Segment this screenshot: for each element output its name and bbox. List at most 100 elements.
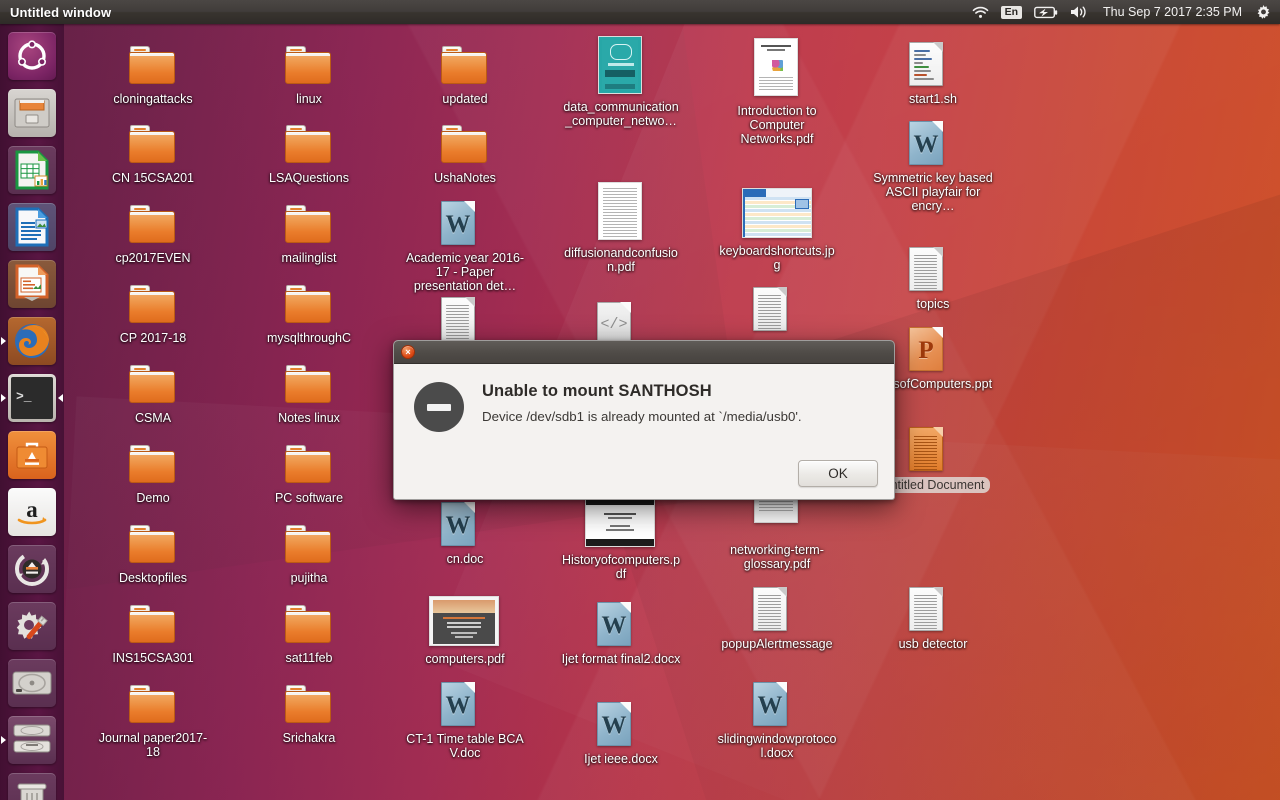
launcher-item-files[interactable] (0, 85, 64, 141)
desktop-icon-slidingwindowprotocol-docx[interactable]: W slidingwindowprotocol.docx (716, 680, 838, 760)
pdf-thumbnail-icon (598, 182, 644, 242)
desktop-icon-label: updated (442, 92, 488, 106)
desktop-icon-sat11feb[interactable]: sat11feb (248, 599, 370, 665)
desktop-icon-lsaquestions[interactable]: LSAQuestions (248, 119, 370, 185)
launcher-item-amazon[interactable]: a (0, 484, 64, 540)
desktop-icon-cn-15csa201[interactable]: CN 15CSA201 (92, 119, 214, 185)
desktop-icon-desktopfiles[interactable]: Desktopfiles (92, 519, 214, 585)
file-manager-icon (8, 89, 56, 137)
desktop-icon-csma[interactable]: CSMA (92, 359, 214, 425)
close-icon[interactable]: × (401, 345, 415, 359)
launcher-item-ubuntu-software[interactable] (0, 427, 64, 483)
desktop-icon-srichakra[interactable]: Srichakra (248, 679, 370, 745)
desktop-icon-pc-software[interactable]: PC software (248, 439, 370, 505)
keyboard-layout-indicator[interactable]: En (995, 0, 1028, 24)
keyboard-layout-label: En (1000, 5, 1023, 19)
presentation-icon (8, 260, 56, 308)
clock-indicator[interactable]: Thu Sep 7 2017 2:35 PM (1095, 5, 1250, 19)
desktop-icon-ushanotes[interactable]: UshaNotes (404, 119, 526, 185)
launcher-item-software-updater[interactable] (0, 541, 64, 597)
folder-icon (129, 519, 177, 567)
desktop-icon-label: UshaNotes (434, 171, 496, 185)
desktop-icon-topics[interactable]: topics (872, 245, 994, 311)
desktop-icon-ijet-format-final2-docx[interactable]: W Ijet format final2.docx (560, 600, 682, 666)
launcher-item-terminal[interactable]: >_ (0, 370, 64, 426)
folder-icon (129, 119, 177, 167)
launcher-item-libreoffice-calc[interactable] (0, 142, 64, 198)
desktop-icon-usb-detector[interactable]: usb detector (872, 585, 994, 651)
desktop-icon-introduction-to-computer-networks-pdf[interactable]: Introduction to Computer Networks.pdf (716, 38, 838, 146)
launcher-item-libreoffice-writer[interactable] (0, 199, 64, 255)
desktop-icon-label: Demo (136, 491, 170, 505)
desktop-icon-data-communication-computer-network[interactable]: data_communication_computer_netwo… (560, 36, 682, 128)
folder-icon (129, 439, 177, 487)
desktop-icon-keyboardshortcuts-jpg[interactable]: keyboardshortcuts.jpg (716, 188, 838, 272)
battery-icon[interactable] (1028, 0, 1064, 24)
launcher-item-dash-home[interactable] (0, 28, 64, 84)
harddisk-icon (8, 659, 56, 707)
desktop-icon-label: CP 2017-18 (119, 331, 187, 345)
dialog-actions: OK (798, 460, 878, 487)
text-document-icon (441, 295, 489, 343)
folder-icon (129, 359, 177, 407)
desktop-icon-notes-linux[interactable]: Notes linux (248, 359, 370, 425)
desktop-icon-label: cp2017EVEN (115, 251, 191, 265)
desktop-icon-symmetric-key-based-ascii-playfair[interactable]: W Symmetric key based ASCII playfair for… (872, 119, 994, 213)
desktop-icon-label: Symmetric key based ASCII playfair for e… (873, 171, 993, 213)
desktop-icon-ins15csa301[interactable]: INS15CSA301 (92, 599, 214, 665)
desktop-icon-pujitha[interactable]: pujitha (248, 519, 370, 585)
desktop-icon-label: pujitha (290, 571, 328, 585)
desktop-icon-mysqlthroughc[interactable]: mysqlthroughC (248, 279, 370, 345)
dialog-titlebar[interactable]: × (394, 341, 894, 364)
folder-icon (441, 119, 489, 167)
folder-icon (285, 40, 333, 88)
desktop-icon-academic-year-paper-presentation[interactable]: W Academic year 2016-17 - Paper presenta… (404, 199, 526, 293)
dialog-message: Device /dev/sdb1 is already mounted at `… (482, 409, 802, 424)
desktop-icon-label: LSAQuestions (269, 171, 349, 185)
desktop-icon-cp-2017-18[interactable]: CP 2017-18 (92, 279, 214, 345)
gear-icon[interactable] (1250, 0, 1280, 24)
desktop-icon-start1-sh[interactable]: start1.sh (872, 40, 994, 106)
desktop-icon-cn-doc[interactable]: W cn.doc (404, 500, 526, 566)
ubuntu-logo-icon (8, 32, 56, 80)
launcher-item-disk-drive[interactable] (0, 655, 64, 711)
word-document-icon: W (441, 680, 489, 728)
launcher-item-libreoffice-impress[interactable] (0, 256, 64, 312)
desktop-icon-popupalertmessage[interactable]: popupAlertmessage (716, 585, 838, 651)
rich-text-document-icon (909, 425, 957, 473)
desktop-icon-historyofcomputers-pdf[interactable]: Historyofcomputers.pdf (560, 497, 682, 581)
launcher-item-removable-device[interactable] (0, 712, 64, 768)
desktop-icon-label: slidingwindowprotocol.docx (717, 732, 837, 760)
desktop-icon-label: CN 15CSA201 (112, 171, 194, 185)
launcher-item-firefox[interactable] (0, 313, 64, 369)
desktop-icon-label: CSMA (134, 411, 172, 425)
volume-icon[interactable] (1064, 0, 1095, 24)
desktop-icon-label: Desktopfiles (118, 571, 188, 585)
folder-icon (129, 279, 177, 327)
ok-button[interactable]: OK (798, 460, 878, 487)
pdf-thumbnail-icon (598, 36, 644, 96)
folder-icon (285, 119, 333, 167)
desktop-icon-computers-pdf[interactable]: computers.pdf (404, 596, 526, 666)
desktop-icon-label: Srichakra (282, 731, 336, 745)
desktop-icon-mailinglist[interactable]: mailinglist (248, 199, 370, 265)
desktop-icon-cp2017even[interactable]: cp2017EVEN (92, 199, 214, 265)
desktop-icon-journal-paper2017-18[interactable]: Journal paper2017-18 (92, 679, 214, 759)
desktop-icon-hidden-document-c5[interactable] (716, 285, 838, 337)
desktop-icon-linux[interactable]: linux (248, 40, 370, 106)
desktop-icon-updated[interactable]: updated (404, 40, 526, 106)
desktop-icon-demo[interactable]: Demo (92, 439, 214, 505)
desktop-icon-ct1-time-table-bca-v[interactable]: W CT-1 Time table BCA V.doc (404, 680, 526, 760)
terminal-icon: >_ (8, 374, 56, 422)
launcher-item-system-settings[interactable] (0, 598, 64, 654)
text-document-icon (909, 585, 957, 633)
desktop-icon-label: Academic year 2016-17 - Paper presentati… (405, 251, 525, 293)
desktop-icon-label: mailinglist (281, 251, 337, 265)
desktop-icon-cloningattacks[interactable]: cloningattacks (92, 40, 214, 106)
amazon-icon: a (8, 488, 56, 536)
desktop-icon-ijet-ieee-docx[interactable]: W Ijet ieee.docx (560, 700, 682, 766)
launcher-item-trash[interactable] (0, 769, 64, 800)
wifi-icon[interactable] (966, 0, 995, 24)
desktop-root[interactable]: Untitled window En Thu Sep 7 2017 2:35 P… (0, 0, 1280, 800)
desktop-icon-diffusionandconfusion-pdf[interactable]: diffusionandconfusion.pdf (560, 182, 682, 274)
